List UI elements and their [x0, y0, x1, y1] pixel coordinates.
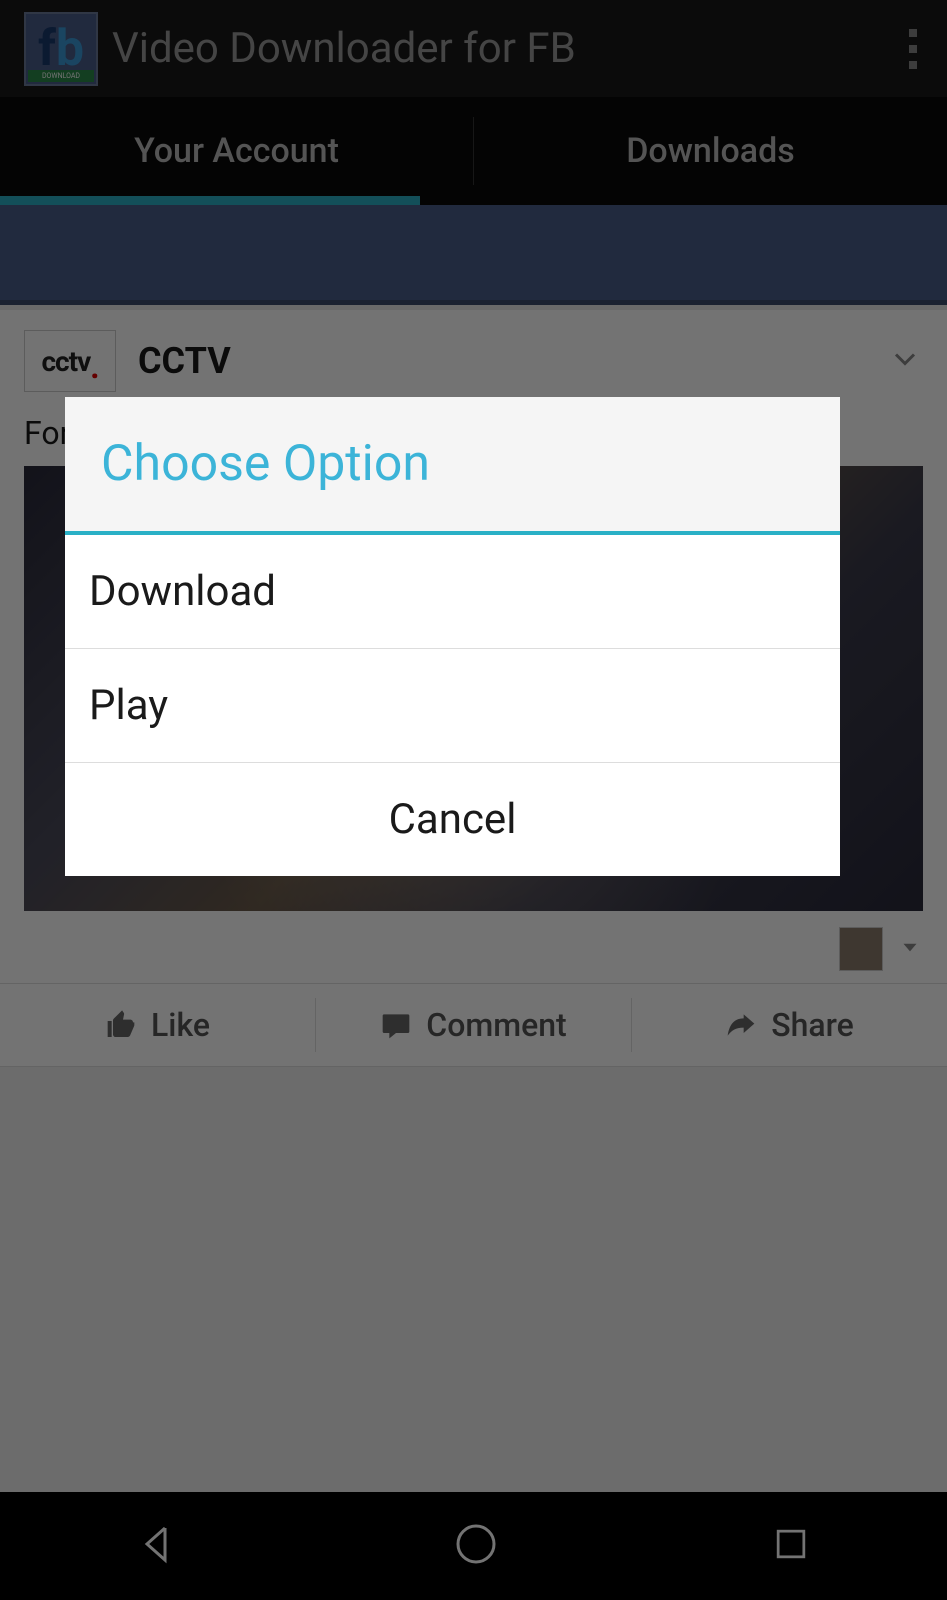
cancel-button[interactable]: Cancel: [65, 763, 840, 876]
option-play[interactable]: Play: [65, 649, 840, 763]
choose-option-dialog: Choose Option Download Play Cancel: [65, 397, 840, 876]
dialog-header: Choose Option: [65, 397, 840, 531]
option-download[interactable]: Download: [65, 535, 840, 649]
dialog-title: Choose Option: [101, 435, 804, 493]
